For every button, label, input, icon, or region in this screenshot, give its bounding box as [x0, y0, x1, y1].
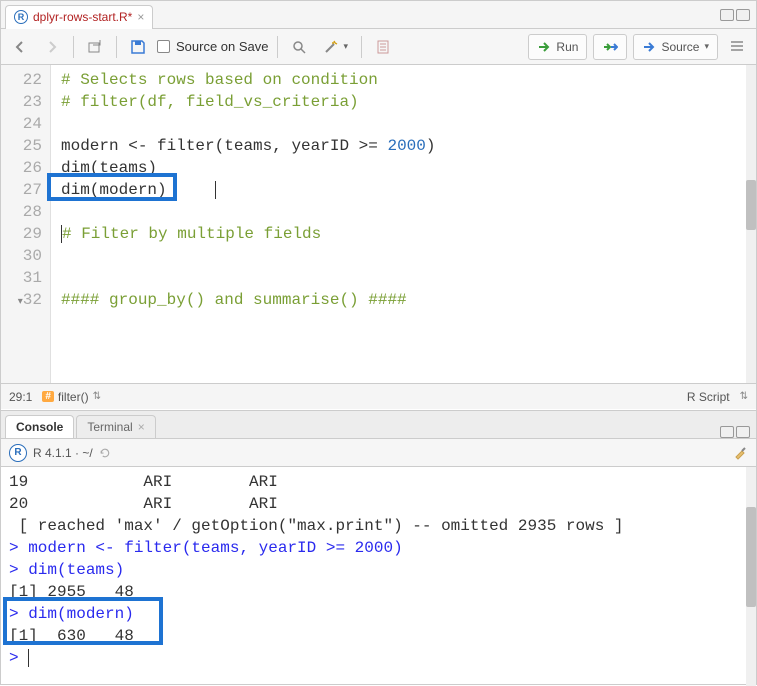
outline-button[interactable]	[724, 34, 750, 60]
file-tab[interactable]: R dplyr-rows-start.R* ×	[5, 5, 153, 29]
cursor-position: 29:1	[9, 390, 32, 404]
code-content[interactable]: # Selects rows based on condition # filt…	[51, 65, 756, 383]
run-button-label: Run	[556, 40, 578, 54]
console-wd-label[interactable]: R 4.1.1 · ~/	[33, 446, 93, 460]
clear-console-icon[interactable]	[732, 445, 748, 461]
maximize-pane-button[interactable]	[736, 9, 750, 21]
minimize-pane-button[interactable]	[720, 426, 734, 438]
file-tab-label: dplyr-rows-start.R*	[33, 10, 132, 24]
breadcrumb[interactable]: filter()	[58, 390, 89, 404]
source-button[interactable]: Source ▾	[633, 34, 718, 60]
outline-icon	[729, 39, 745, 55]
run-button[interactable]: Run	[528, 34, 587, 60]
editor-pane: R dplyr-rows-start.R* × Source on Save	[1, 1, 756, 411]
compile-report-button[interactable]	[370, 34, 396, 60]
source-on-save-label: Source on Save	[176, 39, 269, 54]
editor-toolbar: Source on Save ▾ Run Source ▾	[1, 29, 756, 65]
console-tabbar: Console Terminal ×	[1, 411, 756, 439]
search-icon	[291, 39, 307, 55]
scroll-thumb[interactable]	[746, 507, 756, 607]
run-arrow-icon	[537, 39, 553, 55]
source-on-save-checkbox[interactable]	[157, 40, 170, 53]
console-output[interactable]: 19 ARI ARI 20 ARI ARI [ reached 'max' / …	[1, 467, 756, 686]
tab-terminal[interactable]: Terminal ×	[76, 415, 155, 438]
r-file-icon: R	[14, 10, 28, 24]
updown-icon[interactable]: ⇅	[740, 391, 748, 402]
rerun-icon	[602, 39, 618, 55]
minimize-pane-button[interactable]	[720, 9, 734, 21]
tab-console[interactable]: Console	[5, 415, 74, 438]
editor-scrollbar[interactable]	[746, 65, 756, 383]
language-mode[interactable]: R Script	[687, 390, 730, 404]
source-button-label: Source	[661, 40, 699, 54]
rerun-button[interactable]	[593, 34, 627, 60]
console-cursor	[28, 649, 29, 667]
text-cursor	[215, 181, 216, 199]
console-scrollbar[interactable]	[746, 467, 756, 686]
arrow-left-icon	[12, 39, 28, 55]
save-icon	[130, 39, 146, 55]
r-logo-icon: R	[9, 444, 27, 462]
fold-arrow-icon[interactable]: ▾	[13, 292, 23, 314]
back-button[interactable]	[7, 34, 33, 60]
notebook-icon	[375, 39, 391, 55]
window-buttons	[720, 9, 756, 21]
source-arrow-icon	[642, 39, 658, 55]
editor-statusbar: 29:1 # filter() ⇅ R Script ⇅	[1, 383, 756, 409]
refresh-icon[interactable]	[99, 447, 111, 459]
editor-tabbar: R dplyr-rows-start.R* ×	[1, 1, 756, 29]
maximize-pane-button[interactable]	[736, 426, 750, 438]
popout-icon	[87, 39, 103, 55]
code-editor[interactable]: 22 23 24 25 26 27 28 29 30 31 ▾32 # Sele…	[1, 65, 756, 383]
chevron-down-icon: ▾	[344, 41, 349, 52]
line-gutter: 22 23 24 25 26 27 28 29 30 31 ▾32	[1, 65, 51, 383]
arrow-right-icon	[44, 39, 60, 55]
find-button[interactable]	[286, 34, 312, 60]
forward-button[interactable]	[39, 34, 65, 60]
hash-badge-icon: #	[42, 391, 54, 402]
show-in-new-window-button[interactable]	[82, 34, 108, 60]
save-button[interactable]	[125, 34, 151, 60]
code-tools-button[interactable]: ▾	[318, 34, 354, 60]
console-toolbar: R R 4.1.1 · ~/	[1, 439, 756, 467]
updown-icon[interactable]: ⇅	[93, 391, 101, 402]
scroll-thumb[interactable]	[746, 180, 756, 230]
wand-icon	[323, 39, 339, 55]
console-pane: Console Terminal × R R 4.1.1 · ~/ 19 ARI…	[1, 411, 756, 686]
window-buttons	[720, 426, 756, 438]
close-icon[interactable]: ×	[137, 10, 144, 24]
close-icon[interactable]: ×	[138, 420, 145, 434]
chevron-down-icon: ▾	[704, 41, 709, 52]
